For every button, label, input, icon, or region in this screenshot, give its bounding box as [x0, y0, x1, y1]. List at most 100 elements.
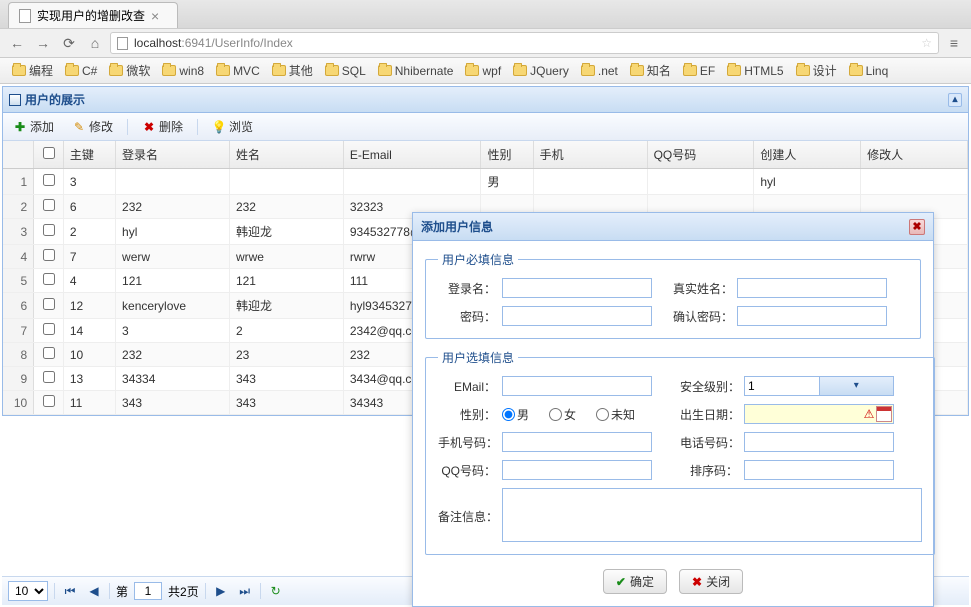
tel-input[interactable] [744, 432, 894, 452]
row-checkbox[interactable] [43, 323, 55, 335]
tab-close-icon[interactable]: × [151, 8, 159, 24]
bookmark-item[interactable]: C# [61, 62, 101, 80]
tel-label: 电话号码： [680, 434, 744, 451]
sex-male[interactable]: 男 [502, 406, 535, 423]
column-header[interactable]: 登录名 [116, 141, 230, 169]
bookmark-item[interactable]: SQL [321, 62, 370, 80]
home-button[interactable]: ⌂ [84, 32, 106, 54]
column-header[interactable]: QQ号码 [647, 141, 754, 169]
bookmark-label: 知名 [647, 62, 671, 79]
collapse-button[interactable]: ▴ [948, 93, 962, 107]
row-checkbox[interactable] [43, 174, 55, 186]
bookmark-item[interactable]: 其他 [268, 60, 317, 81]
realname-input[interactable] [737, 278, 887, 298]
pager-separator [54, 583, 55, 599]
row-checkbox-cell [34, 343, 64, 367]
optional-fieldset: 用户选填信息 EMail： 安全级别： 1▾ 性别： 男 女 未知 出生日期： … [425, 349, 935, 555]
reload-button[interactable]: ⟳ [58, 32, 80, 54]
row-number: 6 [3, 293, 34, 319]
row-checkbox[interactable] [43, 273, 55, 285]
page-size-select[interactable]: 10 [8, 581, 48, 601]
order-label: 排序码： [680, 462, 744, 479]
bookmark-star-icon[interactable]: ☆ [921, 36, 932, 50]
first-page-button[interactable]: ⏮ [61, 582, 79, 600]
chevron-down-icon: ▾ [819, 377, 894, 395]
bookmark-label: C# [82, 64, 97, 78]
bookmark-item[interactable]: 微软 [105, 60, 154, 81]
login-input[interactable] [502, 278, 652, 298]
bookmark-item[interactable]: 设计 [792, 60, 841, 81]
forward-button[interactable]: → [32, 32, 54, 54]
dialog-close-button[interactable]: ✖ [909, 219, 925, 235]
close-button[interactable]: ✖关闭 [679, 569, 743, 594]
cell-login: 3 [116, 319, 230, 343]
next-page-button[interactable]: ▶ [212, 582, 230, 600]
dialog-header[interactable]: 添加用户信息 ✖ [413, 213, 933, 241]
row-checkbox[interactable] [43, 347, 55, 359]
folder-icon [216, 65, 230, 76]
back-button[interactable]: ← [6, 32, 28, 54]
bookmark-item[interactable]: win8 [158, 62, 208, 80]
add-button[interactable]: ✚添加 [9, 116, 58, 137]
bookmark-item[interactable]: HTML5 [723, 62, 787, 80]
bookmarks-bar: 编程 C# 微软win8MVC其他SQL Nhibernate wpfJQuery .ne… [0, 58, 971, 84]
row-checkbox[interactable] [43, 199, 55, 211]
cell-login: hyl [116, 219, 230, 245]
select-all-checkbox[interactable] [43, 147, 55, 159]
row-checkbox[interactable] [43, 371, 55, 383]
row-checkbox[interactable] [43, 249, 55, 261]
bookmark-item[interactable]: wpf [461, 62, 505, 80]
bookmark-item[interactable]: MVC [212, 62, 264, 80]
remark-textarea[interactable] [502, 488, 922, 542]
browse-button[interactable]: 💡浏览 [208, 116, 257, 137]
cell-name: 韩迎龙 [229, 219, 343, 245]
edit-button[interactable]: ✎修改 [68, 116, 117, 137]
menu-button[interactable]: ≡ [943, 32, 965, 54]
sex-unknown[interactable]: 未知 [596, 406, 641, 423]
bookmark-item[interactable]: 知名 [626, 60, 675, 81]
bookmark-item[interactable]: .net [577, 62, 622, 80]
url-input[interactable]: localhost:6941/UserInfo/Index ☆ [110, 32, 939, 54]
column-header[interactable]: 姓名 [229, 141, 343, 169]
pager-separator [260, 583, 261, 599]
email-input[interactable] [502, 376, 652, 396]
column-header[interactable]: E-Email [343, 141, 481, 169]
sex-female[interactable]: 女 [549, 406, 582, 423]
calendar-icon[interactable] [876, 406, 892, 422]
qq-input[interactable] [502, 460, 652, 480]
level-combo[interactable]: 1▾ [744, 376, 894, 396]
row-checkbox-cell [34, 293, 64, 319]
bookmark-item[interactable]: 编程 [8, 60, 57, 81]
column-header[interactable]: 性别 [481, 141, 533, 169]
row-checkbox[interactable] [43, 298, 55, 310]
bookmark-label: Nhibernate [395, 64, 454, 78]
bookmark-item[interactable]: EF [679, 62, 719, 80]
row-checkbox[interactable] [43, 395, 55, 407]
bookmark-label: .net [598, 64, 618, 78]
pager-separator [109, 583, 110, 599]
bookmark-item[interactable]: Nhibernate [374, 62, 458, 80]
table-row[interactable]: 13男hyl [3, 169, 968, 195]
row-checkbox[interactable] [43, 224, 55, 236]
bookmark-item[interactable]: Linq [845, 62, 893, 80]
browser-tab-bar: 实现用户的增删改查 × [0, 0, 971, 28]
column-header[interactable]: 修改人 [861, 141, 968, 169]
prev-page-button[interactable]: ◀ [85, 582, 103, 600]
password-input[interactable] [502, 306, 652, 326]
confirm-input[interactable] [737, 306, 887, 326]
browser-tab[interactable]: 实现用户的增删改查 × [8, 2, 178, 28]
page-input[interactable] [134, 582, 162, 600]
qq-label: QQ号码： [438, 462, 502, 479]
birth-input[interactable]: ⚠ [744, 404, 894, 424]
order-input[interactable] [744, 460, 894, 480]
refresh-button[interactable]: ↻ [267, 582, 285, 600]
column-header[interactable]: 主键 [63, 141, 115, 169]
column-header[interactable]: 创建人 [754, 141, 861, 169]
bookmark-item[interactable]: JQuery [509, 62, 573, 80]
cell-name [229, 169, 343, 195]
ok-button[interactable]: ✔确定 [603, 569, 667, 594]
column-header[interactable]: 手机 [533, 141, 647, 169]
mobile-input[interactable] [502, 432, 652, 452]
delete-button[interactable]: ✖删除 [138, 116, 187, 137]
last-page-button[interactable]: ⏭ [236, 582, 254, 600]
